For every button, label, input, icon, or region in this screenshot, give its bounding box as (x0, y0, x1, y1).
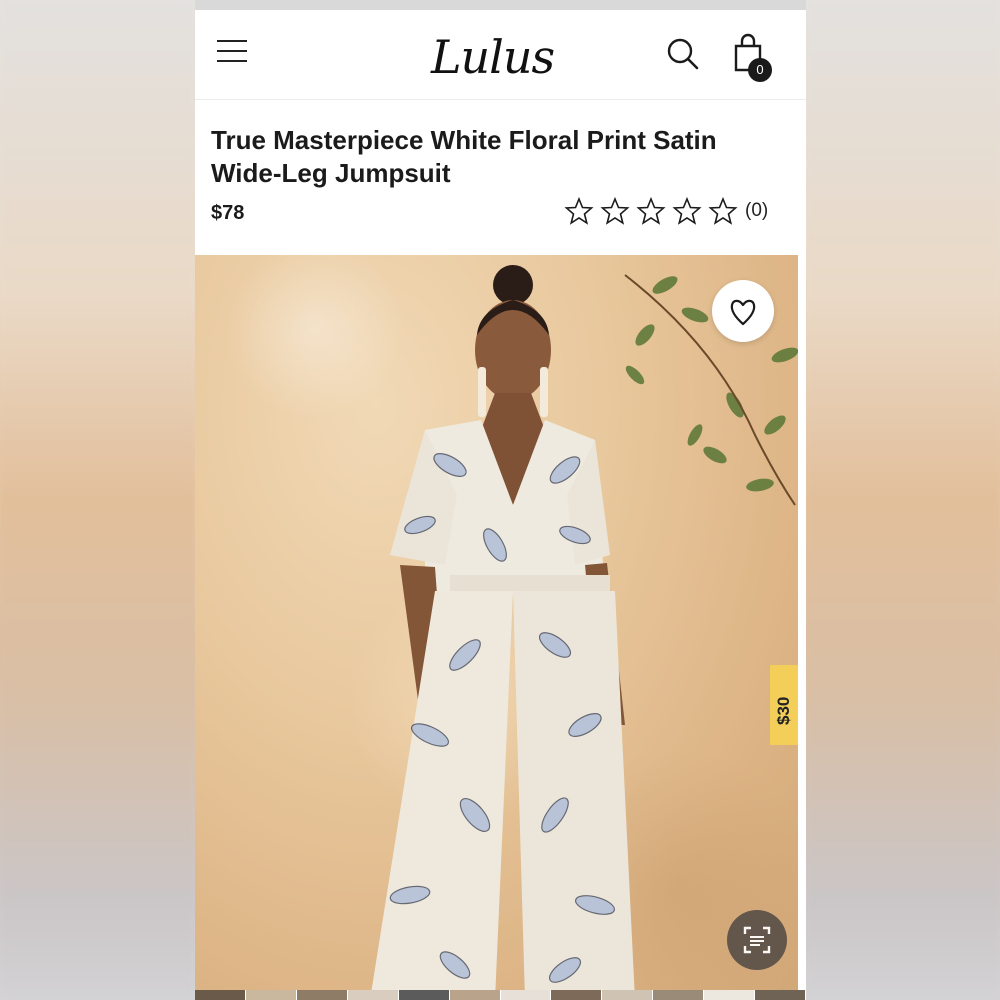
hamburger-menu-icon (217, 40, 251, 62)
thumbnail[interactable] (398, 990, 450, 1000)
heart-icon (730, 299, 756, 326)
cart-count-badge: 0 (748, 58, 772, 82)
visual-search-button[interactable] (727, 910, 787, 970)
rating-count: (0) (745, 200, 769, 221)
background-left (0, 0, 195, 1000)
search-button[interactable] (665, 36, 701, 72)
thumbnail-strip[interactable] (195, 990, 806, 1000)
star-outline-icon (708, 196, 738, 225)
product-header: True Masterpiece White Floral Print Sati… (195, 100, 806, 255)
thumbnail[interactable] (195, 990, 246, 1000)
star-outline-icon (564, 196, 594, 225)
wishlist-button[interactable] (712, 280, 774, 342)
thumbnail[interactable] (704, 990, 756, 1000)
background-right (806, 0, 1000, 1000)
status-strip (195, 0, 806, 10)
thumbnail[interactable] (296, 990, 348, 1000)
search-icon (667, 38, 699, 70)
star-outline-icon (636, 196, 666, 225)
thumbnail[interactable] (347, 990, 399, 1000)
thumbnail[interactable] (653, 990, 705, 1000)
product-photo-model (370, 265, 798, 1000)
star-outline-icon (600, 196, 630, 225)
thumbnail[interactable] (755, 990, 806, 1000)
brand-logo[interactable]: Lulus (431, 22, 555, 92)
thumbnail[interactable] (551, 990, 603, 1000)
image-edge (798, 255, 806, 1000)
product-title: True Masterpiece White Floral Print Sati… (211, 125, 717, 188)
thumbnail[interactable] (449, 990, 501, 1000)
thumbnail[interactable] (500, 990, 552, 1000)
visual-search-icon (743, 926, 771, 954)
product-price: $78 (211, 202, 245, 224)
product-image[interactable] (195, 255, 798, 1000)
thumbnail[interactable] (245, 990, 297, 1000)
phone-screen: Lulus 0 True Masterpiece White Floral Pr… (195, 0, 806, 1000)
top-nav: Lulus 0 (195, 10, 806, 100)
star-outline-icon (672, 196, 702, 225)
thumbnail[interactable] (602, 990, 654, 1000)
rating[interactable]: (0) (561, 196, 768, 226)
menu-button[interactable] (217, 40, 251, 68)
promo-label: $30 (774, 696, 793, 725)
